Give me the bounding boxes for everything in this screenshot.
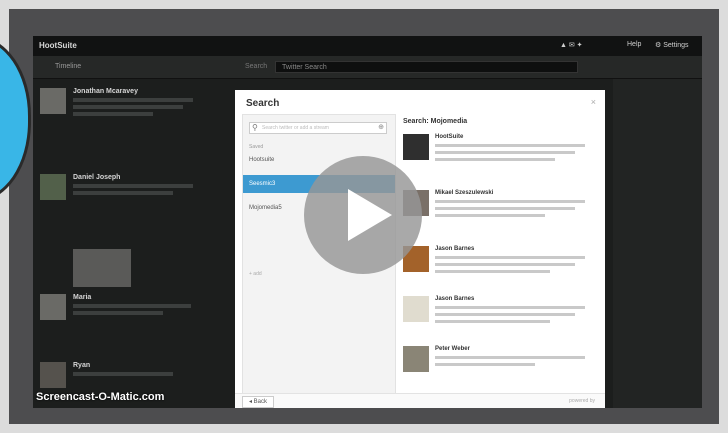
result-name[interactable]: Mikael Szeszulewski xyxy=(435,190,493,196)
results-title: Search: Mojomedia xyxy=(403,118,468,125)
play-button[interactable] xyxy=(304,156,422,274)
result-text xyxy=(435,151,575,154)
play-icon xyxy=(348,189,392,241)
result-text xyxy=(435,158,555,161)
result-text xyxy=(435,207,575,210)
help-link[interactable]: Help xyxy=(627,41,641,48)
tab-strip: Timeline Search Twitter Search xyxy=(33,56,702,79)
avatar xyxy=(403,296,429,322)
app-title: HootSuite xyxy=(39,41,77,50)
app-bar: HootSuite ▲ ✉ ✦ Help ⚙ Settings xyxy=(33,36,702,56)
result-text xyxy=(435,356,585,359)
result-text xyxy=(435,214,545,217)
result-item[interactable]: Mikael Szeszulewski xyxy=(403,190,598,234)
result-text xyxy=(435,313,575,316)
result-text xyxy=(435,320,550,323)
result-text xyxy=(435,363,535,366)
dialog-search-input[interactable]: ⚲ Search twitter or add a stream ⊕ xyxy=(249,122,387,134)
avatar xyxy=(403,346,429,372)
feed-name: Ryan xyxy=(73,362,91,369)
feed-text xyxy=(73,98,193,102)
watermark-text: Screencast-O-Matic.com xyxy=(36,391,165,403)
result-item[interactable]: HootSuite xyxy=(403,134,598,178)
search-submit-icon[interactable]: ⊕ xyxy=(378,123,384,131)
feed-text xyxy=(73,304,191,308)
feed-text xyxy=(73,311,163,315)
result-name[interactable]: HootSuite xyxy=(435,134,463,140)
result-text xyxy=(435,263,575,266)
result-item[interactable]: Jason Barnes xyxy=(403,296,598,340)
dialog-footer: ◂ Back powered by xyxy=(235,393,605,408)
results-panel: Search: Mojomedia HootSuite Mikael Szesz… xyxy=(403,114,598,393)
feed-name: Jonathan Mcaravey xyxy=(73,88,138,95)
feed-column: Jonathan Mcaravey Daniel Joseph Maria Ry… xyxy=(33,79,221,408)
avatar xyxy=(40,174,66,200)
result-name[interactable]: Jason Barnes xyxy=(435,246,474,252)
feed-text xyxy=(73,191,173,195)
search-dialog: Search × ⚲ Search twitter or add a strea… xyxy=(235,90,605,408)
result-text xyxy=(435,256,585,259)
avatar xyxy=(40,88,66,114)
result-item[interactable]: Peter Weber xyxy=(403,346,598,390)
dialog-title: Search xyxy=(246,98,280,109)
saved-heading: Saved xyxy=(249,144,264,150)
result-name[interactable]: Jason Barnes xyxy=(435,296,474,302)
settings-link[interactable]: ⚙ Settings xyxy=(655,41,689,49)
avatar xyxy=(403,134,429,160)
result-text xyxy=(435,144,585,147)
result-text xyxy=(435,200,585,203)
tab-timeline[interactable]: Timeline xyxy=(55,63,81,70)
result-text xyxy=(435,270,550,273)
feed-text xyxy=(73,112,153,116)
dialog-search-placeholder: Search twitter or add a stream xyxy=(262,125,329,131)
result-text xyxy=(435,306,585,309)
avatar xyxy=(40,294,66,320)
back-button[interactable]: ◂ Back xyxy=(242,396,274,408)
avatar xyxy=(40,362,66,388)
feed-image[interactable] xyxy=(73,249,131,287)
feed-name: Daniel Joseph xyxy=(73,174,121,181)
search-input[interactable]: Twitter Search xyxy=(275,61,578,73)
feed-text xyxy=(73,105,183,109)
search-label: Search xyxy=(245,63,268,70)
result-name[interactable]: Peter Weber xyxy=(435,346,470,352)
right-column xyxy=(613,79,702,408)
close-icon[interactable]: × xyxy=(591,97,596,107)
feed-text xyxy=(73,184,193,188)
footer-note: powered by xyxy=(569,398,595,404)
add-search-link[interactable]: + add xyxy=(249,271,262,277)
search-icon: ⚲ xyxy=(252,123,258,132)
feed-text xyxy=(73,372,173,376)
notification-icons[interactable]: ▲ ✉ ✦ xyxy=(560,41,583,49)
result-item[interactable]: Jason Barnes xyxy=(403,246,598,290)
feed-name: Maria xyxy=(73,294,92,301)
